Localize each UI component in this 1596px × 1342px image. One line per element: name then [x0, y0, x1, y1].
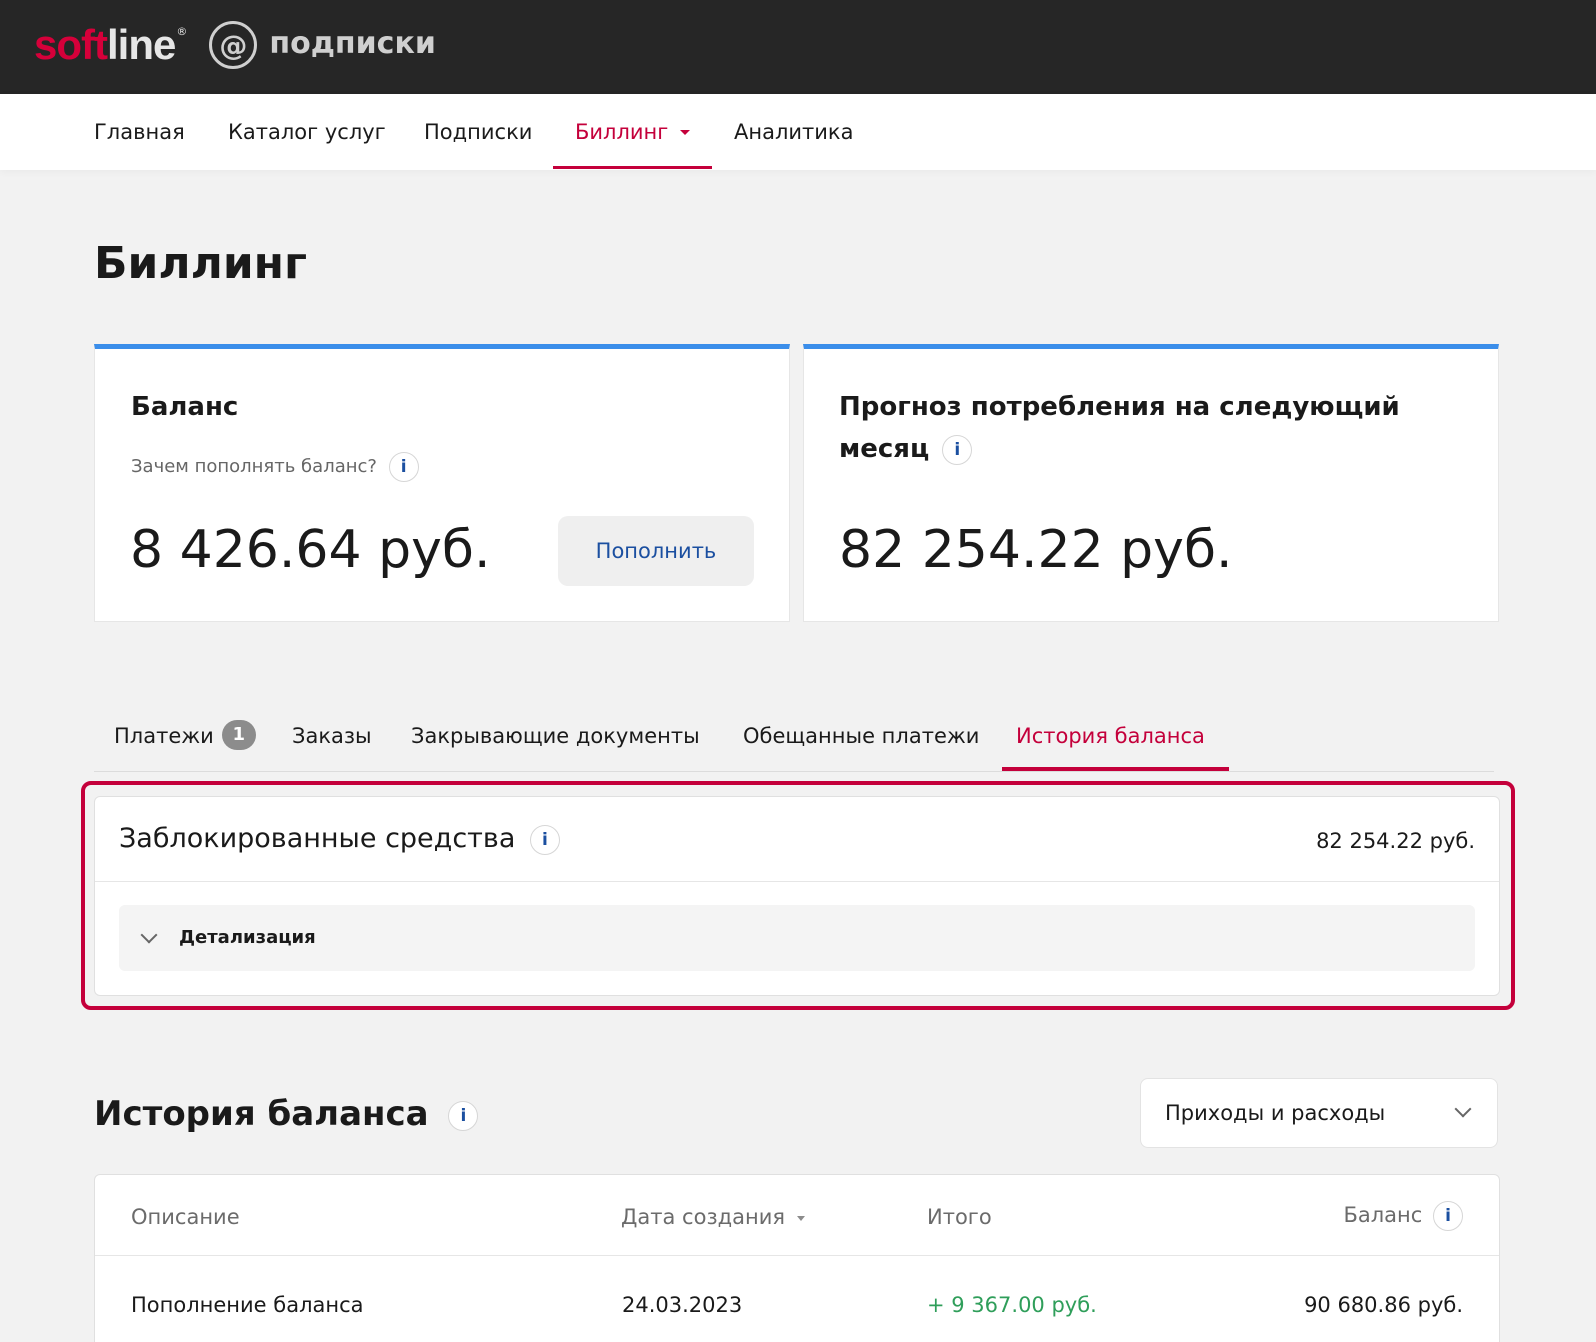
column-header-balance: Баланс i	[1343, 1201, 1463, 1231]
billing-tabs: Платежи 1 Заказы Закрывающие документы Об…	[94, 700, 1494, 772]
softline-logo[interactable]: softline ® @ подписки	[34, 18, 436, 72]
divider	[95, 1255, 1499, 1256]
tab-closing-documents[interactable]: Закрывающие документы	[411, 700, 700, 772]
at-sign-icon: @	[209, 21, 258, 69]
caret-down-icon	[680, 129, 691, 135]
info-icon[interactable]: i	[448, 1100, 479, 1131]
tab-payments[interactable]: Платежи 1	[114, 700, 256, 772]
column-header-created-date-label: Дата создания	[621, 1205, 786, 1229]
nav-item-analytics[interactable]: Аналитика	[734, 94, 853, 170]
highlight-frame	[81, 781, 1515, 1010]
nav-item-billing[interactable]: Биллинг	[575, 94, 691, 170]
nav-item-billing-label: Биллинг	[575, 120, 669, 144]
registered-mark: ®	[176, 24, 188, 38]
forecast-title-line1: Прогноз потребления на следующий	[839, 392, 1400, 422]
tab-orders[interactable]: Заказы	[292, 700, 372, 772]
tab-payments-label: Платежи	[114, 724, 214, 748]
tab-active-indicator	[1002, 767, 1229, 771]
info-icon[interactable]: i	[942, 434, 973, 465]
chevron-down-icon	[1454, 1100, 1472, 1118]
info-icon[interactable]: i	[388, 452, 419, 482]
row-description: Пополнение баланса	[131, 1293, 364, 1317]
logo-wordmark: softline	[34, 21, 176, 68]
logo-subtitle: подписки	[269, 25, 436, 61]
top-bar: softline ® @ подписки	[0, 0, 1596, 94]
row-balance: 90 680.86 руб.	[1304, 1293, 1463, 1317]
balance-history-table: Описание Дата создания Итого Баланс i По…	[94, 1174, 1500, 1342]
nav-item-home[interactable]: Главная	[94, 94, 185, 170]
balance-why-topup: Зачем пополнять баланс? i	[131, 452, 419, 482]
column-header-description: Описание	[131, 1205, 240, 1229]
sort-caret-icon	[797, 1215, 806, 1221]
column-header-balance-label: Баланс	[1343, 1203, 1423, 1227]
tab-promised-payments[interactable]: Обещанные платежи	[743, 700, 979, 772]
nav-item-subscriptions[interactable]: Подписки	[424, 94, 532, 170]
main-navigation: Главная Каталог услуг Подписки Биллинг А…	[0, 94, 1596, 170]
tab-balance-history[interactable]: История баланса	[1016, 700, 1205, 772]
forecast-title-line2: месяц	[839, 434, 930, 464]
column-header-total: Итого	[927, 1205, 992, 1229]
nav-item-catalog[interactable]: Каталог услуг	[228, 94, 386, 170]
payments-count-badge: 1	[221, 720, 256, 750]
info-icon[interactable]: i	[1433, 1201, 1463, 1231]
column-header-created-date[interactable]: Дата создания	[621, 1205, 806, 1229]
income-expense-filter-select[interactable]: Приходы и расходы	[1140, 1078, 1498, 1148]
balance-why-topup-label: Зачем пополнять баланс?	[131, 456, 377, 477]
row-total: + 9 367.00 руб.	[927, 1293, 1097, 1317]
forecast-card-title: Прогноз потребления на следующий месяц i	[839, 386, 1400, 470]
forecast-amount: 82 254.22 руб.	[839, 520, 1233, 580]
nav-active-indicator	[553, 166, 712, 169]
filter-select-value: Приходы и расходы	[1165, 1101, 1386, 1125]
balance-card-title: Баланс	[131, 392, 239, 422]
balance-history-title-label: История баланса	[94, 1094, 429, 1134]
row-date: 24.03.2023	[622, 1293, 743, 1317]
balance-history-title: История баланса i	[94, 1094, 479, 1134]
page-title: Биллинг	[94, 238, 308, 289]
topup-button[interactable]: Пополнить	[558, 516, 754, 586]
balance-amount: 8 426.64 руб.	[130, 520, 491, 580]
